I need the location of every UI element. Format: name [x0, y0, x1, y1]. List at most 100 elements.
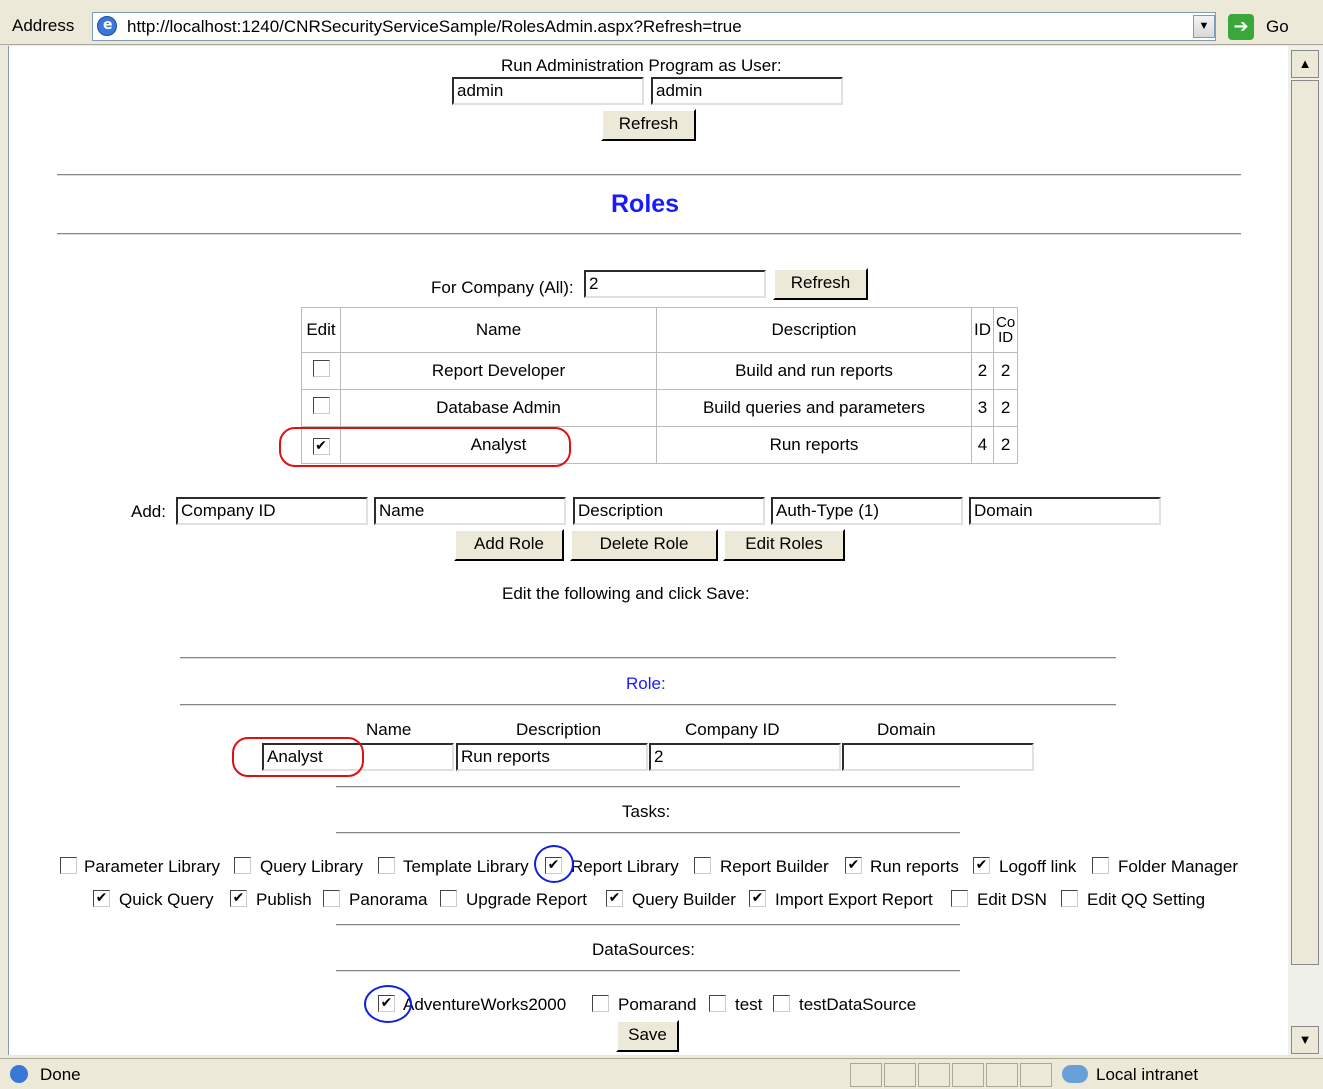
- task-checkbox-edit-qq-setting[interactable]: [1061, 890, 1078, 907]
- divider: [336, 786, 960, 788]
- task-checkbox-folder-manager[interactable]: [1092, 857, 1109, 874]
- company-filter-label: For Company (All):: [431, 278, 574, 297]
- status-pane: [986, 1063, 1018, 1087]
- add-company-id-input[interactable]: Company ID: [176, 497, 368, 525]
- divider: [180, 704, 1116, 706]
- add-description-input[interactable]: Description: [573, 497, 765, 525]
- run-as-refresh-button[interactable]: Refresh: [601, 109, 696, 141]
- add-name-input[interactable]: Name: [374, 497, 566, 525]
- status-pane: [850, 1063, 882, 1087]
- status-pane: [1020, 1063, 1052, 1087]
- task-label: Query Library: [260, 857, 363, 876]
- status-pane: [952, 1063, 984, 1087]
- role-name-cell: Report Developer: [340, 352, 657, 390]
- task-checkbox-edit-dsn[interactable]: [951, 890, 968, 907]
- task-label: Edit DSN: [977, 890, 1047, 909]
- status-pane: [918, 1063, 950, 1087]
- task-checkbox-report-builder[interactable]: [694, 857, 711, 874]
- task-label: Import Export Report: [775, 890, 933, 909]
- status-text: Done: [40, 1065, 81, 1084]
- run-as-password-input[interactable]: admin: [651, 77, 843, 105]
- datasource-label: AdventureWorks2000: [403, 995, 567, 1014]
- task-label: Quick Query: [119, 890, 214, 909]
- task-checkbox-logoff-link[interactable]: ✔: [973, 857, 990, 874]
- highlight-annotation-red: [232, 737, 364, 777]
- col-header-description: Description: [656, 307, 972, 353]
- datasource-checkbox-testdatasource[interactable]: [773, 995, 790, 1012]
- edit-checkbox[interactable]: [312, 360, 330, 377]
- role-description-header: Description: [516, 720, 602, 739]
- task-checkbox-panorama[interactable]: [323, 890, 340, 907]
- address-dropdown-icon[interactable]: ▼: [1193, 15, 1215, 38]
- divider: [336, 970, 960, 972]
- go-button[interactable]: ➔ Go: [1226, 12, 1294, 42]
- task-checkbox-template-library[interactable]: [378, 857, 395, 874]
- scrollbar-thumb[interactable]: [1291, 80, 1319, 965]
- scroll-up-icon[interactable]: ▲: [1291, 50, 1319, 78]
- role-coid-cell: 2: [992, 352, 1019, 390]
- datasource-checkbox-pomarand[interactable]: [592, 995, 609, 1012]
- run-as-user-input[interactable]: admin: [452, 77, 644, 105]
- divider: [57, 233, 1241, 235]
- scroll-down-icon[interactable]: ▼: [1291, 1026, 1319, 1054]
- task-checkbox-import-export-report[interactable]: ✔: [749, 890, 766, 907]
- task-checkbox-quick-query[interactable]: ✔: [93, 890, 110, 907]
- role-id-cell: 3: [971, 389, 994, 427]
- datasource-label: test: [735, 995, 763, 1014]
- intranet-zone-icon: [1062, 1065, 1088, 1083]
- task-label: Publish: [256, 890, 312, 909]
- edit-checkbox[interactable]: [312, 397, 330, 414]
- save-button[interactable]: Save: [616, 1020, 679, 1052]
- datasource-checkbox-test[interactable]: [709, 995, 726, 1012]
- task-label: Report Library: [571, 857, 679, 876]
- role-description-cell: Build and run reports: [656, 352, 972, 390]
- edit-roles-button[interactable]: Edit Roles: [723, 529, 845, 561]
- address-input[interactable]: e http://localhost:1240/CNRSecurityServi…: [92, 12, 1216, 41]
- role-name-header: Name: [366, 720, 412, 739]
- edit-instruction: Edit the following and click Save:: [502, 584, 750, 603]
- task-label: Folder Manager: [1118, 857, 1239, 876]
- add-label: Add:: [131, 502, 166, 521]
- company-filter-input[interactable]: 2: [584, 270, 766, 298]
- highlight-annotation-blue: [364, 985, 412, 1023]
- role-section-title: Role:: [626, 674, 666, 693]
- delete-role-button[interactable]: Delete Role: [570, 529, 718, 561]
- edit-cell: [301, 389, 341, 427]
- roles-heading: Roles: [611, 190, 680, 218]
- task-checkbox-query-builder[interactable]: ✔: [606, 890, 623, 907]
- role-coid-cell: 2: [992, 389, 1019, 427]
- role-domain-input[interactable]: [842, 743, 1034, 771]
- divider: [57, 174, 1241, 176]
- run-as-title: Run Administration Program as User:: [501, 56, 782, 75]
- task-checkbox-run-reports[interactable]: ✔: [845, 857, 862, 874]
- task-checkbox-parameter-library[interactable]: [60, 857, 77, 874]
- task-checkbox-publish[interactable]: ✔: [230, 890, 247, 907]
- status-bar: Done Local intranet: [0, 1058, 1323, 1089]
- role-description-input[interactable]: Run reports: [456, 743, 648, 771]
- add-auth-type-input[interactable]: Auth-Type (1): [771, 497, 963, 525]
- task-label: Template Library: [403, 857, 529, 876]
- table-row: Database Admin Build queries and paramet…: [301, 389, 1019, 427]
- add-domain-input[interactable]: Domain: [969, 497, 1161, 525]
- role-description-cell: Run reports: [656, 426, 972, 464]
- col-header-coid: Co ID: [992, 307, 1019, 353]
- address-label: Address: [12, 16, 75, 35]
- task-checkbox-upgrade-report[interactable]: [440, 890, 457, 907]
- highlight-annotation-red: [279, 427, 571, 467]
- role-company-id-input[interactable]: 2: [649, 743, 841, 771]
- col-header-edit: Edit: [301, 307, 341, 353]
- role-id-cell: 4: [971, 426, 994, 464]
- divider: [336, 832, 960, 834]
- task-label: Panorama: [349, 890, 428, 909]
- role-name-cell: Database Admin: [340, 389, 657, 427]
- datasource-label: Pomarand: [618, 995, 697, 1014]
- task-checkbox-query-library[interactable]: [234, 857, 251, 874]
- ie-page-icon: e: [97, 16, 117, 36]
- col-header-id: ID: [971, 307, 994, 353]
- table-header-row: Edit Name Description ID Co ID: [301, 307, 1019, 353]
- divider: [180, 657, 1116, 659]
- task-label: Logoff link: [999, 857, 1077, 876]
- status-pane: [884, 1063, 916, 1087]
- company-filter-refresh-button[interactable]: Refresh: [773, 268, 868, 300]
- add-role-button[interactable]: Add Role: [454, 529, 564, 561]
